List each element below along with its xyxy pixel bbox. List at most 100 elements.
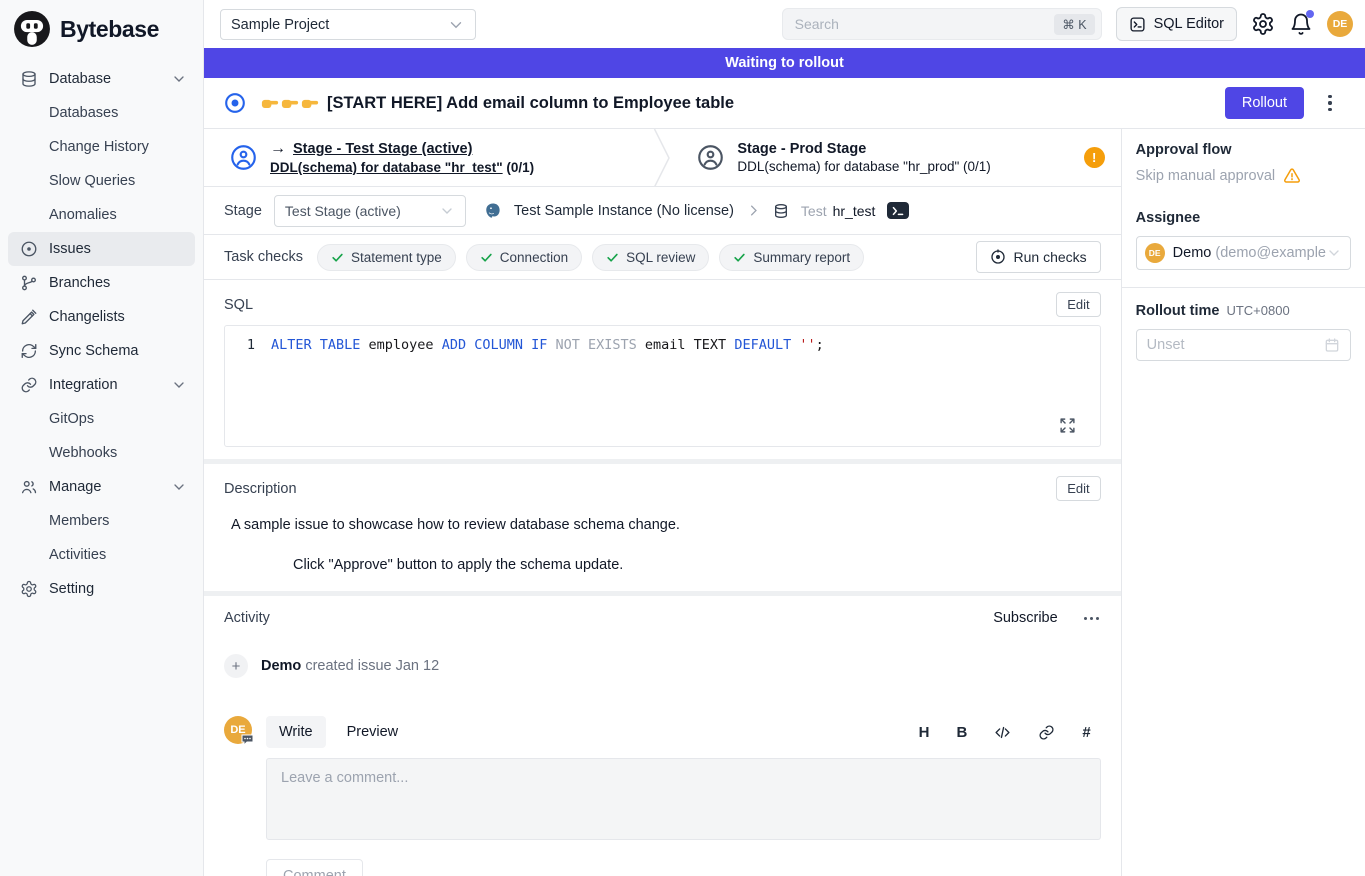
rollout-button[interactable]: Rollout (1225, 87, 1304, 119)
activity-title: Activity (224, 610, 270, 626)
task-checks-label: Task checks (224, 249, 303, 265)
sidebar-item-gitops[interactable]: GitOps (0, 402, 203, 436)
assignee-name: Demo (1173, 245, 1212, 261)
approval-flow-title: Approval flow (1136, 142, 1351, 158)
tab-write[interactable]: Write (266, 716, 326, 748)
run-checks-button[interactable]: Run checks (976, 241, 1101, 273)
description-paragraph: A sample issue to showcase how to review… (231, 517, 1101, 533)
comment-submit-button[interactable]: Comment (266, 859, 363, 876)
brand-name: Bytebase (60, 16, 159, 43)
bytebase-logo[interactable]: Bytebase (0, 0, 203, 58)
search-shortcut-badge: ⌘ K (1054, 14, 1094, 35)
check-pill-statement-type[interactable]: Statement type (317, 244, 456, 271)
sidebar-item-anomalies[interactable]: Anomalies (0, 198, 203, 232)
description-paragraph: Click "Approve" button to apply the sche… (293, 557, 1101, 573)
comment-bubble-icon (241, 734, 254, 746)
meatball-menu-icon[interactable] (1082, 613, 1101, 624)
stage-title-link[interactable]: Stage - Test Stage (active) (293, 141, 472, 157)
kebab-menu-icon[interactable] (1321, 91, 1339, 115)
sql-code-viewer[interactable]: 1ALTER TABLE employee ADD COLUMN IF NOT … (224, 325, 1101, 447)
issue-title: [START HERE] Add email column to Employe… (327, 94, 734, 113)
sidebar-item-changelists[interactable]: Changelists (0, 300, 203, 334)
link-icon[interactable] (1038, 724, 1055, 741)
search-input[interactable] (795, 16, 1055, 32)
chevron-down-icon (171, 71, 187, 87)
bell-icon[interactable] (1289, 12, 1313, 36)
gear-icon[interactable] (1251, 12, 1275, 36)
check-icon (331, 251, 344, 264)
project-select[interactable]: Sample Project (220, 9, 476, 40)
stage-card-test[interactable]: →Stage - Test Stage (active) DDL(schema)… (204, 129, 653, 186)
link-icon (20, 376, 38, 394)
subscribe-button[interactable]: Subscribe (993, 610, 1057, 626)
environment-name: Test (801, 203, 827, 219)
sidebar-item-setting[interactable]: Setting (0, 572, 203, 606)
check-icon (733, 251, 746, 264)
assignee-email: (demo@example (1215, 245, 1326, 261)
sidebar-item-sync-schema[interactable]: Sync Schema (0, 334, 203, 368)
heading-icon[interactable]: H (919, 724, 930, 741)
task-checks-bar: Task checks Statement type Connection SQ… (204, 235, 1121, 280)
database-name-link[interactable]: hr_test (833, 203, 876, 219)
sidebar-item-members[interactable]: Members (0, 504, 203, 538)
issue-header: [START HERE] Add email column to Employe… (204, 78, 1365, 129)
sidebar-item-slow-queries[interactable]: Slow Queries (0, 164, 203, 198)
check-pill-connection[interactable]: Connection (466, 244, 582, 271)
tab-preview[interactable]: Preview (334, 716, 412, 748)
sql-section: SQL Edit 1ALTER TABLE employee ADD COLUM… (204, 280, 1121, 459)
sidebar-item-change-history[interactable]: Change History (0, 130, 203, 164)
sidebar-item-database[interactable]: Database (0, 62, 203, 96)
code-icon[interactable] (994, 724, 1011, 741)
sidebar-item-branches[interactable]: Branches (0, 266, 203, 300)
sidebar-item-webhooks[interactable]: Webhooks (0, 436, 203, 470)
warning-circle-icon: ! (1084, 147, 1105, 168)
expand-icon[interactable] (1059, 417, 1076, 434)
search-box: ⌘ K (782, 8, 1102, 40)
sql-edit-button[interactable]: Edit (1056, 292, 1100, 317)
check-icon (480, 251, 493, 264)
status-banner-text: Waiting to rollout (725, 55, 844, 71)
approval-flow-value: Skip manual approval (1136, 168, 1275, 184)
sql-editor-label: SQL Editor (1154, 16, 1224, 32)
assignee-person-icon (230, 144, 257, 171)
issue-side-panel: Approval flow Skip manual approval Assig… (1122, 129, 1365, 876)
check-pill-sql-review[interactable]: SQL review (592, 244, 709, 271)
sidebar-item-activities[interactable]: Activities (0, 538, 203, 572)
sql-code-line: 1ALTER TABLE employee ADD COLUMN IF NOT … (225, 337, 1100, 353)
stage-task-link[interactable]: DDL(schema) for database "hr_test" (270, 160, 503, 175)
assignee-select[interactable]: DE Demo (demo@example (1136, 236, 1351, 270)
topbar: Sample Project ⌘ K SQL Editor DE (204, 0, 1365, 48)
check-pill-summary-report[interactable]: Summary report (719, 244, 864, 271)
notification-dot (1306, 10, 1314, 18)
stage-task: DDL(schema) for database "hr_prod" (0/1) (737, 159, 990, 174)
activity-event: + Demo created issue Jan 12 (224, 654, 1101, 678)
rollout-time-input[interactable]: Unset (1136, 329, 1351, 361)
comment-editor: DE Write Preview H B # (224, 716, 1101, 876)
assignee-title: Assignee (1136, 210, 1351, 226)
sidebar-item-databases[interactable]: Databases (0, 96, 203, 130)
sidebar-item-integration[interactable]: Integration (0, 368, 203, 402)
hash-icon[interactable]: # (1082, 724, 1090, 741)
description-edit-button[interactable]: Edit (1056, 476, 1100, 501)
bold-icon[interactable]: B (956, 724, 967, 741)
panel-divider (1122, 287, 1365, 288)
sql-editor-button[interactable]: SQL Editor (1116, 7, 1237, 41)
stage-card-prod[interactable]: Stage - Prod Stage DDL(schema) for datab… (671, 129, 1120, 186)
comment-input[interactable] (266, 758, 1101, 840)
circle-dot-icon (20, 240, 38, 258)
sidebar-item-issues[interactable]: Issues (8, 232, 195, 266)
instance-name: Test Sample Instance (No license) (514, 203, 734, 219)
sidebar-item-manage[interactable]: Manage (0, 470, 203, 504)
event-actor[interactable]: Demo (261, 658, 301, 674)
stage-select[interactable]: Test Stage (active) (274, 195, 466, 227)
line-number: 1 (225, 337, 271, 353)
user-avatar[interactable]: DE (1327, 11, 1353, 37)
issue-status-open-icon (224, 92, 246, 114)
rollout-time-value: Unset (1147, 337, 1185, 353)
chevron-down-icon (1326, 245, 1342, 261)
open-in-sql-editor-icon[interactable] (887, 202, 909, 219)
git-branch-icon (20, 274, 38, 292)
rollout-timezone: UTC+0800 (1226, 303, 1289, 318)
stage-bar: Stage Test Stage (active) Test Sample In… (204, 187, 1121, 235)
chevron-down-icon (171, 377, 187, 393)
